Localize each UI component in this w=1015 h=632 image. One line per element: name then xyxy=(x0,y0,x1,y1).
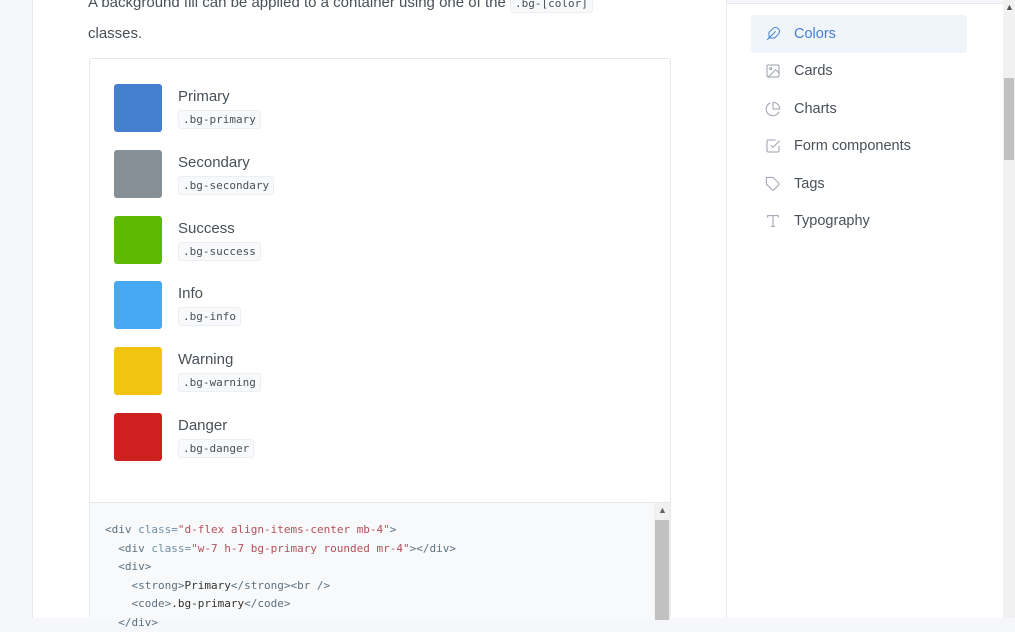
check-square-icon xyxy=(766,139,781,153)
scroll-up-icon[interactable]: ▲ xyxy=(1005,2,1014,12)
intro-text: A background fill can be applied to a co… xyxy=(88,0,648,49)
sidebar-item-cards[interactable]: Cards xyxy=(751,53,967,91)
sidebar: Colors Cards Charts Form components Tags Typo… xyxy=(727,3,1003,618)
code-token: .bg-primary xyxy=(171,597,245,610)
color-name: Secondary xyxy=(178,153,250,171)
code-token: Primary xyxy=(184,578,231,592)
color-name: Primary xyxy=(178,88,230,105)
color-class: .bg-danger xyxy=(178,439,255,458)
color-class: .bg-secondary xyxy=(178,175,275,195)
color-swatch-primary: Primary .bg-primary xyxy=(114,84,261,132)
intro-code: .bg-[color] xyxy=(509,0,593,13)
color-square xyxy=(114,347,162,396)
code-token: <div> xyxy=(105,560,152,573)
sidebar-item-label: Colors xyxy=(794,25,836,42)
scrollbar-thumb[interactable] xyxy=(655,520,669,620)
intro-after: classes. xyxy=(88,25,143,42)
page-scrollbar[interactable]: ▲ xyxy=(1003,0,1015,618)
code-token: <div xyxy=(105,541,152,555)
code-token: <code> xyxy=(105,597,172,610)
color-name: Success xyxy=(178,219,235,237)
type-icon xyxy=(767,215,779,228)
sidebar-item-typography[interactable]: Typography xyxy=(751,203,967,241)
sidebar-item-label: Cards xyxy=(794,63,833,80)
color-class: .bg-info xyxy=(178,307,241,327)
color-name: Danger xyxy=(178,417,228,434)
sidebar-item-form-components[interactable]: Form components xyxy=(751,128,967,166)
sidebar-nav: Colors Cards Charts Form components Tags Typo… xyxy=(751,15,967,240)
color-square xyxy=(114,149,162,198)
main-content: A background fill can be applied to a co… xyxy=(32,0,727,629)
code-token: </div> xyxy=(105,615,158,629)
scroll-up-icon[interactable]: ▲ xyxy=(658,505,667,515)
color-swatch-success: Success .bg-success xyxy=(114,215,261,264)
code-token: "d-flex align-items-center mb-4" xyxy=(177,523,390,536)
pie-chart-icon xyxy=(765,101,781,116)
code-block: <div class="d-flex align-items-center mb… xyxy=(90,502,670,629)
sidebar-item-label: Form components xyxy=(794,138,911,155)
color-swatch-warning: Warning .bg-warning xyxy=(114,347,261,396)
color-class: .bg-primary xyxy=(178,110,261,129)
code-token: <div xyxy=(105,523,139,536)
code-token: class= xyxy=(138,523,178,536)
colors-example-card: Primary .bg-primary Secondary .bg-secondary… xyxy=(89,58,671,629)
color-square xyxy=(114,413,162,461)
code-token: ></div> xyxy=(409,541,457,555)
sidebar-item-colors[interactable]: Colors xyxy=(751,15,967,53)
image-icon xyxy=(766,64,780,78)
intro-before: A background fill can be applied to a co… xyxy=(88,0,510,11)
code-token: class= xyxy=(151,541,192,555)
sidebar-item-tags[interactable]: Tags xyxy=(751,165,967,203)
color-name: Warning xyxy=(178,351,234,369)
sidebar-item-label: Charts xyxy=(794,100,837,117)
code-snippet: <div class="d-flex align-items-center mb… xyxy=(105,521,456,632)
color-swatch-secondary: Secondary .bg-secondary xyxy=(114,149,275,198)
color-name: Info xyxy=(178,285,204,303)
sidebar-item-label: Typography xyxy=(794,213,870,230)
color-swatch-info: Info .bg-info xyxy=(114,281,241,330)
color-square xyxy=(114,215,162,264)
feather-icon xyxy=(766,26,781,41)
code-token: "w-7 h-7 bg-primary rounded mr-4" xyxy=(191,541,410,555)
color-square xyxy=(114,84,162,132)
color-square xyxy=(114,281,162,330)
tag-icon xyxy=(765,176,780,191)
color-swatch-danger: Danger .bg-danger xyxy=(114,413,255,461)
scrollbar-thumb[interactable] xyxy=(1004,78,1014,160)
code-token: > xyxy=(389,523,397,536)
color-class: .bg-success xyxy=(178,241,261,261)
code-token: </strong><br /> xyxy=(230,578,331,592)
sidebar-item-charts[interactable]: Charts xyxy=(751,90,967,128)
sidebar-item-label: Tags xyxy=(794,175,825,192)
code-token: </code> xyxy=(244,597,291,610)
code-scrollbar[interactable]: ▲ xyxy=(654,503,670,620)
color-class: .bg-warning xyxy=(178,373,261,393)
code-token: <strong> xyxy=(105,578,185,592)
